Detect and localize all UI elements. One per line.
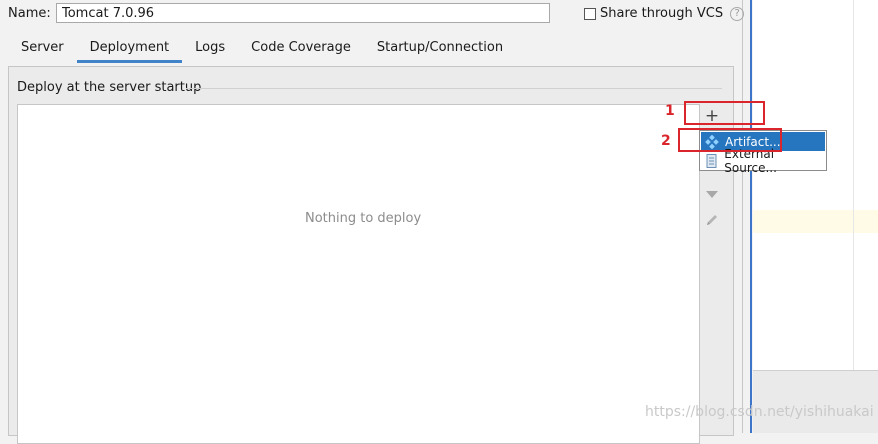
- share-vcs-label: Share through VCS: [600, 6, 724, 21]
- annotation-number-2: 2: [661, 133, 671, 149]
- help-icon[interactable]: ?: [730, 6, 745, 21]
- tab-bar: Server Deployment Logs Code Coverage Sta…: [8, 35, 516, 63]
- menu-item-external-source[interactable]: External Source...: [701, 147, 825, 175]
- edit-icon[interactable]: [704, 212, 720, 232]
- highlighted-line: [753, 210, 878, 233]
- annotation-number-1: 1: [665, 103, 675, 119]
- empty-state-text: Nothing to deploy: [305, 211, 422, 226]
- dialog-separator: [742, 0, 743, 433]
- window-edge: [750, 0, 752, 433]
- group-divider: [186, 88, 722, 89]
- annotation-box-2: [678, 128, 782, 152]
- group-title: Deploy at the server startup: [17, 80, 202, 95]
- tab-logs[interactable]: Logs: [182, 35, 238, 63]
- move-down-icon[interactable]: [706, 191, 718, 198]
- editor-bottom-bar: [753, 370, 878, 433]
- share-vcs-checkbox[interactable]: Share through VCS ?: [584, 6, 745, 21]
- annotation-box-1: [684, 101, 765, 125]
- deploy-list[interactable]: [17, 104, 700, 444]
- watermark: https://blog.csdn.net/yishihuakai: [645, 404, 874, 420]
- tab-startup-connection[interactable]: Startup/Connection: [364, 35, 516, 63]
- tab-code-coverage[interactable]: Code Coverage: [238, 35, 364, 63]
- external-source-icon: [705, 153, 718, 168]
- name-label: Name:: [8, 6, 51, 21]
- name-field[interactable]: [56, 3, 550, 23]
- editor-margin-line: [853, 0, 854, 370]
- checkbox-icon[interactable]: [584, 7, 596, 20]
- tab-deployment[interactable]: Deployment: [76, 35, 183, 63]
- tab-server[interactable]: Server: [8, 35, 77, 63]
